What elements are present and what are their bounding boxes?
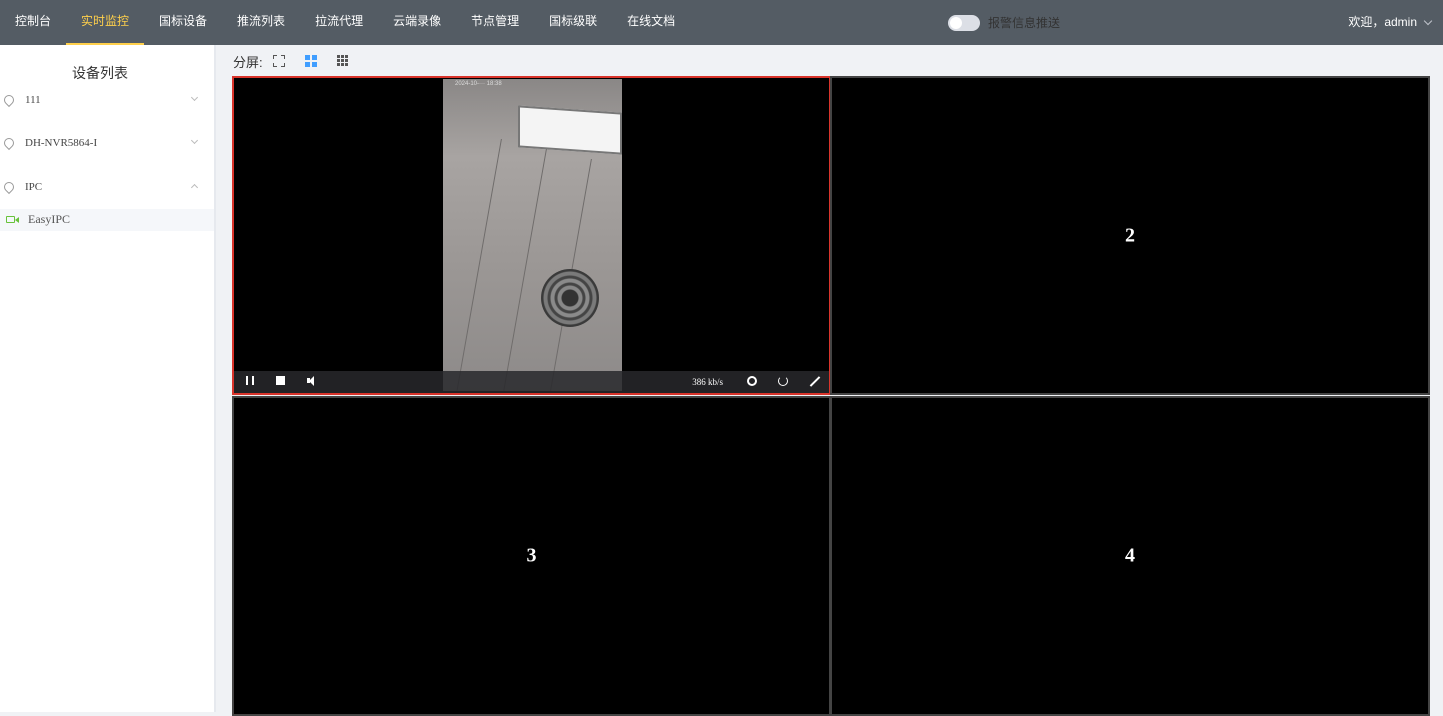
split-screen-label: 分屏: — [233, 54, 263, 70]
nav-push-stream-list[interactable]: 推流列表 — [222, 0, 300, 45]
grid-cell — [311, 55, 317, 60]
tree-item-111[interactable]: 111 — [0, 90, 214, 112]
chevron-down-icon[interactable] — [190, 93, 199, 102]
device-tree: 111 DH-NVR5864-I IPC EasyIPC — [0, 89, 214, 231]
live-video-frame: 2024-10-··· 18:38 — [443, 79, 622, 391]
mute-icon[interactable] — [307, 376, 317, 386]
expand-icon[interactable] — [810, 376, 820, 386]
ceiling-seam — [500, 149, 547, 391]
location-pin-icon — [1, 92, 17, 108]
fullscreen-icon[interactable] — [272, 55, 285, 67]
grid-cell — [336, 59, 340, 62]
corner — [272, 55, 277, 59]
ceiling-vent — [541, 269, 599, 327]
nav-online-docs[interactable]: 在线文档 — [612, 0, 690, 45]
video-camera-icon — [6, 216, 19, 223]
grid-cell — [340, 59, 344, 62]
device-sidebar: 设备列表 111 DH-NVR5864-I IPC EasyIPC — [0, 45, 216, 712]
grid-cell — [344, 63, 348, 66]
reload-icon[interactable] — [778, 376, 788, 386]
location-pin-icon — [1, 179, 17, 195]
tree-item-label: 111 — [25, 94, 41, 106]
nav-node-management[interactable]: 节点管理 — [456, 0, 534, 45]
channel-item-easyipc[interactable]: EasyIPC — [0, 209, 214, 231]
split-screen-toolbar: 分屏: — [224, 50, 369, 72]
video-osd-timestamp: 2024-10-··· 18:38 — [455, 81, 502, 87]
top-nav-bar: 控制台 实时监控 国标设备 推流列表 拉流代理 云端录像 节点管理 国标级联 在… — [0, 0, 1443, 45]
grid-cell — [336, 55, 340, 58]
tree-item-ipc[interactable]: IPC — [0, 177, 214, 199]
location-pin-icon — [1, 135, 17, 151]
cell-number: 2 — [1125, 224, 1135, 246]
corner — [280, 55, 285, 59]
device-list-title: 设备列表 — [72, 65, 128, 81]
corner — [280, 63, 285, 67]
grid-cell — [304, 62, 310, 67]
video-cell-4[interactable]: 4 — [830, 396, 1430, 716]
chevron-down-icon[interactable] — [190, 136, 199, 145]
bitrate-readout: 386 kb/s — [692, 377, 723, 387]
nav-gb-cascade[interactable]: 国标级联 — [534, 0, 612, 45]
grid-9-icon[interactable] — [336, 55, 349, 67]
nav-cloud-recording[interactable]: 云端录像 — [378, 0, 456, 45]
stop-icon[interactable] — [276, 376, 285, 385]
nav-pull-stream-proxy[interactable]: 拉流代理 — [300, 0, 378, 45]
pause-icon[interactable] — [246, 376, 254, 385]
switch-knob — [950, 16, 962, 29]
alarm-push-switch[interactable] — [948, 14, 980, 31]
channel-label: EasyIPC — [28, 212, 70, 226]
grid-cell — [311, 62, 317, 67]
cell-number: 3 — [526, 544, 537, 567]
grid-4-icon[interactable] — [304, 55, 317, 67]
grid-cell — [340, 55, 344, 58]
corner — [272, 63, 277, 67]
nav-live-monitor[interactable]: 实时监控 — [66, 0, 145, 45]
grid-cell — [336, 63, 340, 66]
grid-cell — [344, 59, 348, 62]
video-grid: 2024-10-··· 18:38 386 kb/s 2 3 4 — [232, 76, 1430, 716]
main-menu: 控制台 实时监控 国标设备 推流列表 拉流代理 云端录像 节点管理 国标级联 在… — [0, 0, 690, 45]
chevron-down-icon — [1423, 16, 1433, 26]
ceiling-light — [518, 105, 622, 155]
video-cell-1[interactable]: 2024-10-··· 18:38 386 kb/s — [232, 76, 831, 395]
user-menu[interactable]: 欢迎，admin — [1348, 0, 1433, 45]
cell-number: 4 — [1125, 544, 1135, 567]
player-controls: 386 kb/s — [234, 371, 829, 393]
grid-cell — [340, 63, 344, 66]
tree-item-label: DH-NVR5864-I — [25, 137, 98, 149]
alarm-push-label: 报警信息推送 — [988, 16, 1061, 30]
alarm-push-toggle-group: 报警信息推送 — [948, 14, 1060, 31]
nav-console[interactable]: 控制台 — [0, 0, 66, 45]
ceiling-seam — [455, 139, 502, 391]
video-cell-2[interactable]: 2 — [830, 76, 1430, 395]
tree-item-dh-nvr5864-i[interactable]: DH-NVR5864-I — [0, 133, 214, 155]
tree-item-label: IPC — [25, 181, 43, 193]
video-cell-3[interactable]: 3 — [232, 396, 831, 716]
grid-cell — [304, 55, 310, 60]
nav-gb-devices[interactable]: 国标设备 — [144, 0, 222, 45]
snapshot-icon[interactable] — [747, 376, 757, 386]
chevron-up-icon[interactable] — [190, 183, 199, 192]
grid-cell — [344, 55, 348, 58]
welcome-text: 欢迎，admin — [1348, 15, 1417, 29]
